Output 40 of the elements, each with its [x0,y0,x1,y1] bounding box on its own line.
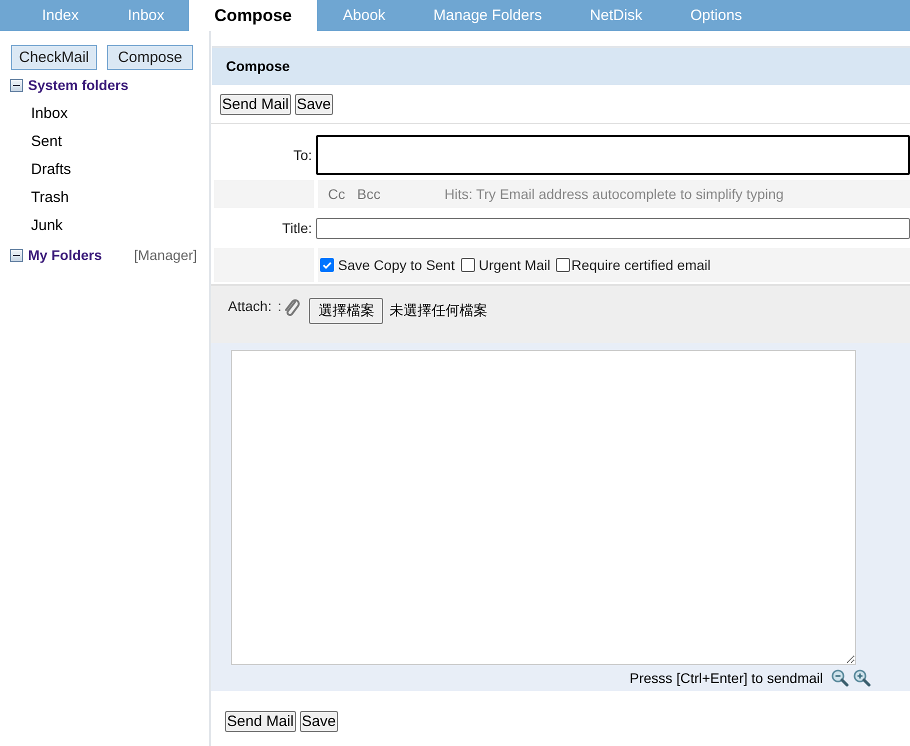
send-hint-text: Presss [Ctrl+Enter] to sendmail [630,670,823,686]
attach-label: Attach: [228,298,272,314]
title-field[interactable] [316,218,910,238]
cc-link[interactable]: Cc [328,186,346,202]
file-status-text: 未選擇任何檔案 [389,302,488,320]
field-label: Title: [282,220,312,236]
collapse-icon[interactable] [10,248,23,262]
zoom-in-icon[interactable] [853,669,871,687]
choose-file-button[interactable]: 選擇檔案 [309,298,384,324]
folder-item[interactable]: Inbox [0,100,209,128]
paperclip-icon [283,298,302,318]
folder-group-title[interactable]: My Folders [28,247,102,263]
separator-text: : [278,298,282,314]
bcc-link[interactable]: Bcc [357,186,380,202]
checkbox-label: Require certified email [571,257,711,273]
checkbox-label: Save Copy to Sent [338,257,455,273]
hint-text: Hits: Try Email address autocomplete to simplify typing [444,186,784,202]
zoom-out-icon[interactable] [831,669,849,687]
message-body-field[interactable] [231,350,856,665]
save-button[interactable]: Save [300,711,338,732]
folder-item[interactable]: Sent [0,128,209,156]
folder-item[interactable]: Junk [0,212,209,240]
folder-item[interactable]: Trash [0,184,209,212]
manager-link[interactable]: [Manager] [134,247,197,263]
field-label: To: [293,147,312,163]
sidebar-button[interactable]: CheckMail [11,45,98,70]
save-button[interactable]: Save [294,94,333,114]
send-mail-button[interactable]: Send Mail [220,94,291,114]
checkbox[interactable] [320,258,334,272]
compose-header: Compose [212,46,910,85]
send-mail-button[interactable]: Send Mail [225,711,296,732]
checkbox-label: Urgent Mail [478,257,550,273]
to-field[interactable] [316,135,910,175]
folder-item[interactable]: Drafts [0,156,209,184]
sidebar-button[interactable]: Compose [107,45,194,70]
collapse-icon[interactable] [10,78,23,92]
folder-group-title[interactable]: System folders [28,77,128,93]
checkbox[interactable] [556,258,570,272]
checkbox[interactable] [460,258,475,272]
nav-tab[interactable]: Compose [189,0,317,31]
